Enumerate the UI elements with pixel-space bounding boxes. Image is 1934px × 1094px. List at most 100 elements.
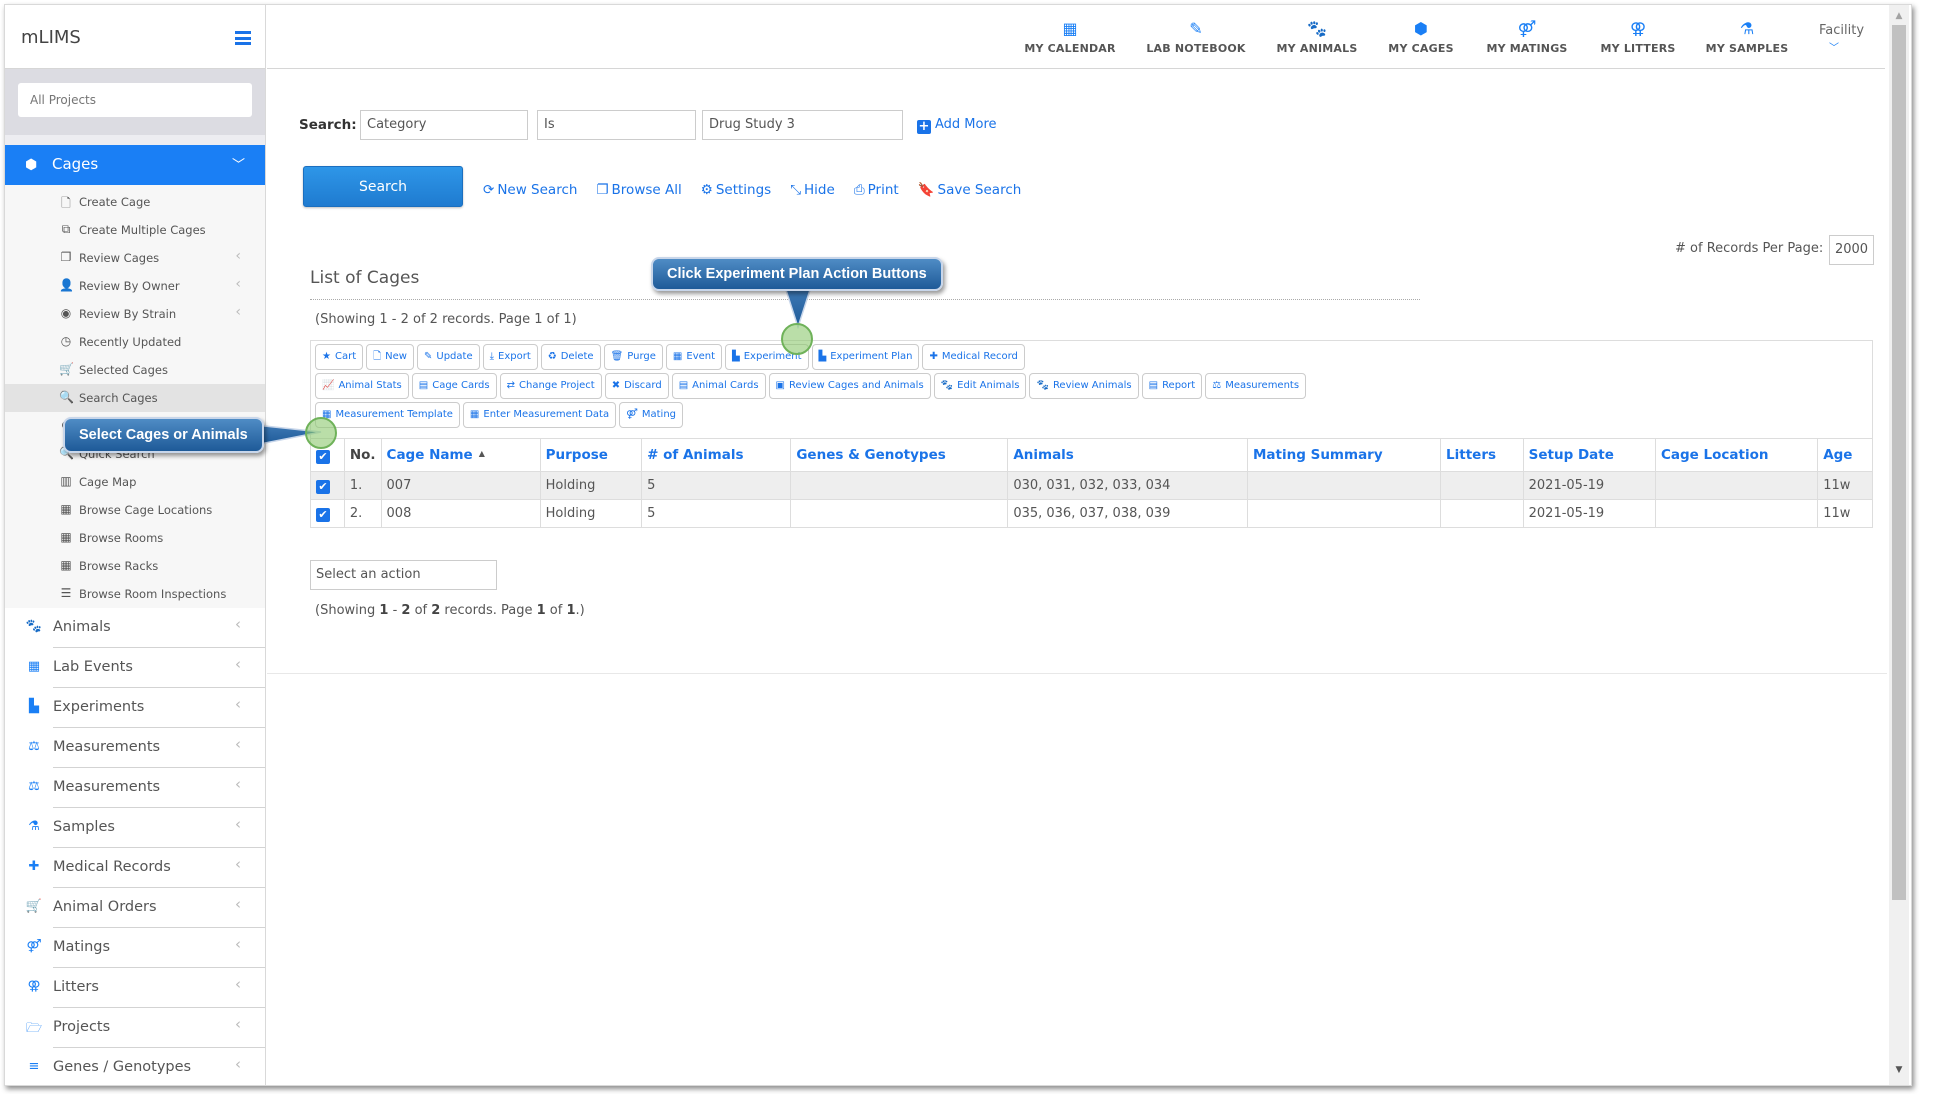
save-search-link[interactable]: 🔖 Save Search xyxy=(918,182,1022,198)
sidebar-subitem-create-multiple-cages[interactable]: ⧉ Create Multiple Cages xyxy=(5,216,265,244)
edit-animals-button[interactable]: 🐾 Edit Animals xyxy=(933,373,1027,399)
review-animals-button[interactable]: 🐾 Review Animals xyxy=(1029,373,1139,399)
cell-no[interactable]: 2. xyxy=(343,499,382,528)
column-header-litters[interactable]: Litters xyxy=(1440,438,1524,472)
sidebar-item-projects[interactable]: 🗁 Projects ‹ xyxy=(5,1008,265,1048)
topnav-my-litters[interactable]: ⚢ MY LITTERS xyxy=(1600,19,1675,55)
records-per-page-input[interactable]: 2000 xyxy=(1829,235,1874,265)
sidebar-subitem-selected-cages[interactable]: 🛒 Selected Cages xyxy=(5,356,265,384)
export-button[interactable]: ⤓ Export xyxy=(482,344,538,370)
column-header-genes-genotypes[interactable]: Genes & Genotypes xyxy=(790,438,1009,472)
sidebar-item-lab-events[interactable]: ▦ Lab Events ‹ xyxy=(5,648,265,688)
discard-button[interactable]: ✖ Discard xyxy=(604,373,669,399)
sidebar-subitem-browse-cage-locations[interactable]: ▦ Browse Cage Locations xyxy=(5,496,265,524)
row-checkbox[interactable]: ✔ xyxy=(316,480,330,494)
purge-button[interactable]: 🗑 Purge xyxy=(603,344,663,370)
sidebar-subitem-browse-rooms[interactable]: ▦ Browse Rooms xyxy=(5,524,265,552)
measurements-button[interactable]: ⚖ Measurements xyxy=(1205,373,1307,399)
topnav-my-matings[interactable]: ⚤ MY MATINGS xyxy=(1486,19,1567,55)
measurement-template-button[interactable]: ▦ Measurement Template xyxy=(315,402,460,428)
brand-logo[interactable]: mLIMS xyxy=(21,27,81,48)
column-header-age[interactable]: Age xyxy=(1817,438,1873,472)
add-more-button[interactable]: + Add More xyxy=(917,117,997,134)
animal-stats-button[interactable]: 📈 Animal Stats xyxy=(315,373,409,399)
sidebar-subitem-search-cages[interactable]: 🔍 Search Cages xyxy=(5,384,265,412)
topnav-my-cages[interactable]: ⬢ MY CAGES xyxy=(1388,19,1453,55)
sidebar-subitem-browse-room-inspections[interactable]: ☰ Browse Room Inspections xyxy=(5,580,265,608)
search-field-select[interactable]: Category xyxy=(360,110,528,140)
table-row[interactable]: ✔ 1. 007 Holding 5 030, 031, 032, 033, 034 202… xyxy=(310,471,1873,500)
sidebar-item-genes-genotypes[interactable]: ≡ Genes / Genotypes ‹ xyxy=(5,1048,265,1085)
chevron-left-icon: ‹ xyxy=(235,248,241,264)
sidebar-item-animals[interactable]: 🐾 Animals ‹ xyxy=(5,608,265,648)
update-button[interactable]: ✎ Update xyxy=(416,344,480,370)
search-button[interactable]: Search xyxy=(303,166,463,207)
sidebar-item-measurements[interactable]: ⚖ Measurements ‹ xyxy=(5,728,265,768)
delete-button[interactable]: ♻ Delete xyxy=(540,344,601,370)
sidebar-subitem-browse-racks[interactable]: ▦ Browse Racks xyxy=(5,552,265,580)
column-header-animals[interactable]: Animals xyxy=(1007,438,1248,472)
sidebar-item-litters[interactable]: ⚢ Litters ‹ xyxy=(5,968,265,1008)
sidebar-item-animal-orders[interactable]: 🛒 Animal Orders ‹ xyxy=(5,888,265,928)
event-button[interactable]: ▦ Event xyxy=(665,344,723,370)
sidebar-subitem-review-by-owner[interactable]: 👤 Review By Owner ‹ xyxy=(5,272,265,300)
print-link[interactable]: ⎙ Print xyxy=(854,182,899,198)
action-select[interactable]: Select an action xyxy=(310,560,497,590)
select-all-checkbox[interactable]: ✔ xyxy=(316,450,330,464)
sidebar-item-experiments[interactable]: ▙ Experiments ‹ xyxy=(5,688,265,728)
cell-num-animals: 5 xyxy=(641,471,792,500)
sidebar-section-cages[interactable]: ⬢ Cages ﹀ xyxy=(5,145,265,185)
sidebar-item-measurements[interactable]: ⚖ Measurements ‹ xyxy=(5,768,265,808)
mating-button[interactable]: ⚤ Mating xyxy=(619,402,683,428)
sidebar-subitem-cage-map[interactable]: ▥ Cage Map xyxy=(5,468,265,496)
medical-record-button[interactable]: ✚ Medical Record xyxy=(922,344,1025,370)
column-header-mating-summary[interactable]: Mating Summary xyxy=(1246,438,1442,472)
cell-cage-name[interactable]: 007 xyxy=(380,471,541,500)
settings-link[interactable]: ⚙ Settings xyxy=(701,182,771,198)
review-cages-and-animals-button[interactable]: ▣ Review Cages and Animals xyxy=(768,373,931,399)
column-header-cage-location[interactable]: Cage Location xyxy=(1654,438,1819,472)
topnav-my-calendar[interactable]: ▦ MY CALENDAR xyxy=(1024,19,1115,55)
facility-dropdown[interactable]: Facility ﹀ xyxy=(1819,23,1864,54)
cell-animals[interactable]: 035, 036, 037, 038, 039 xyxy=(1007,499,1248,528)
sidebar-subitem-create-cage[interactable]: 🗋 Create Cage xyxy=(5,188,265,216)
new-button[interactable]: 🗋 New xyxy=(366,344,414,370)
cage-cards-button[interactable]: ▤ Cage Cards xyxy=(411,373,497,399)
new-search-link[interactable]: ⟳ New Search xyxy=(483,182,577,198)
sidebar-subitem-review-by-strain[interactable]: ◉ Review By Strain ‹ xyxy=(5,300,265,328)
sidebar-item-medical-records[interactable]: ✚ Medical Records ‹ xyxy=(5,848,265,888)
topnav-my-animals[interactable]: 🐾 MY ANIMALS xyxy=(1277,19,1358,55)
hide-link[interactable]: ⤡ Hide xyxy=(790,182,835,198)
change-project-button[interactable]: ⇄ Change Project xyxy=(499,373,602,399)
cell-cage-name[interactable]: 008 xyxy=(380,499,541,528)
browse-all-link[interactable]: ❐ Browse All xyxy=(596,182,681,198)
table-row[interactable]: ✔ 2. 008 Holding 5 035, 036, 037, 038, 039 202… xyxy=(310,499,1873,528)
column-header-setup-date[interactable]: Setup Date xyxy=(1522,438,1656,472)
column-header-of-animals[interactable]: # of Animals xyxy=(641,438,792,472)
scroll-down-arrow-icon[interactable]: ▼ xyxy=(1889,1065,1909,1081)
experiment-plan-button[interactable]: ▙ Experiment Plan xyxy=(811,344,920,370)
menu-toggle-icon[interactable] xyxy=(235,31,251,45)
project-selector[interactable] xyxy=(18,83,252,117)
search-value-input[interactable]: Drug Study 3 xyxy=(702,110,903,140)
sidebar-item-matings[interactable]: ⚤ Matings ‹ xyxy=(5,928,265,968)
sidebar-item-samples[interactable]: ⚗ Samples ‹ xyxy=(5,808,265,848)
enter-measurement-data-button[interactable]: ▦ Enter Measurement Data xyxy=(462,402,617,428)
topnav-lab-notebook[interactable]: ✎ LAB NOTEBOOK xyxy=(1146,19,1245,55)
column-header-purpose[interactable]: Purpose xyxy=(539,438,643,472)
cell-animals[interactable]: 030, 031, 032, 033, 034 xyxy=(1007,471,1248,500)
column-header-cage-name[interactable]: Cage Name ▲ xyxy=(380,438,541,472)
cart-button[interactable]: ★ Cart xyxy=(315,344,364,370)
sidebar-subitem-recently-updated[interactable]: ◷ Recently Updated xyxy=(5,328,265,356)
vertical-scrollbar[interactable]: ▲ ▼ xyxy=(1889,5,1909,1085)
sort-ascending-icon[interactable]: ▲ xyxy=(479,449,485,458)
cell-no[interactable]: 1. xyxy=(343,471,382,500)
report-icon: ▤ xyxy=(1148,380,1159,391)
scrollbar-thumb[interactable] xyxy=(1892,25,1906,900)
sidebar-subitem-review-cages[interactable]: ❐ Review Cages ‹ xyxy=(5,244,265,272)
report-button[interactable]: ▤ Report xyxy=(1141,373,1203,399)
row-checkbox[interactable]: ✔ xyxy=(316,508,330,522)
search-operator-select[interactable]: Is xyxy=(537,110,696,140)
animal-cards-button[interactable]: ▤ Animal Cards xyxy=(671,373,766,399)
topnav-my-samples[interactable]: ⚗ MY SAMPLES xyxy=(1706,19,1789,55)
